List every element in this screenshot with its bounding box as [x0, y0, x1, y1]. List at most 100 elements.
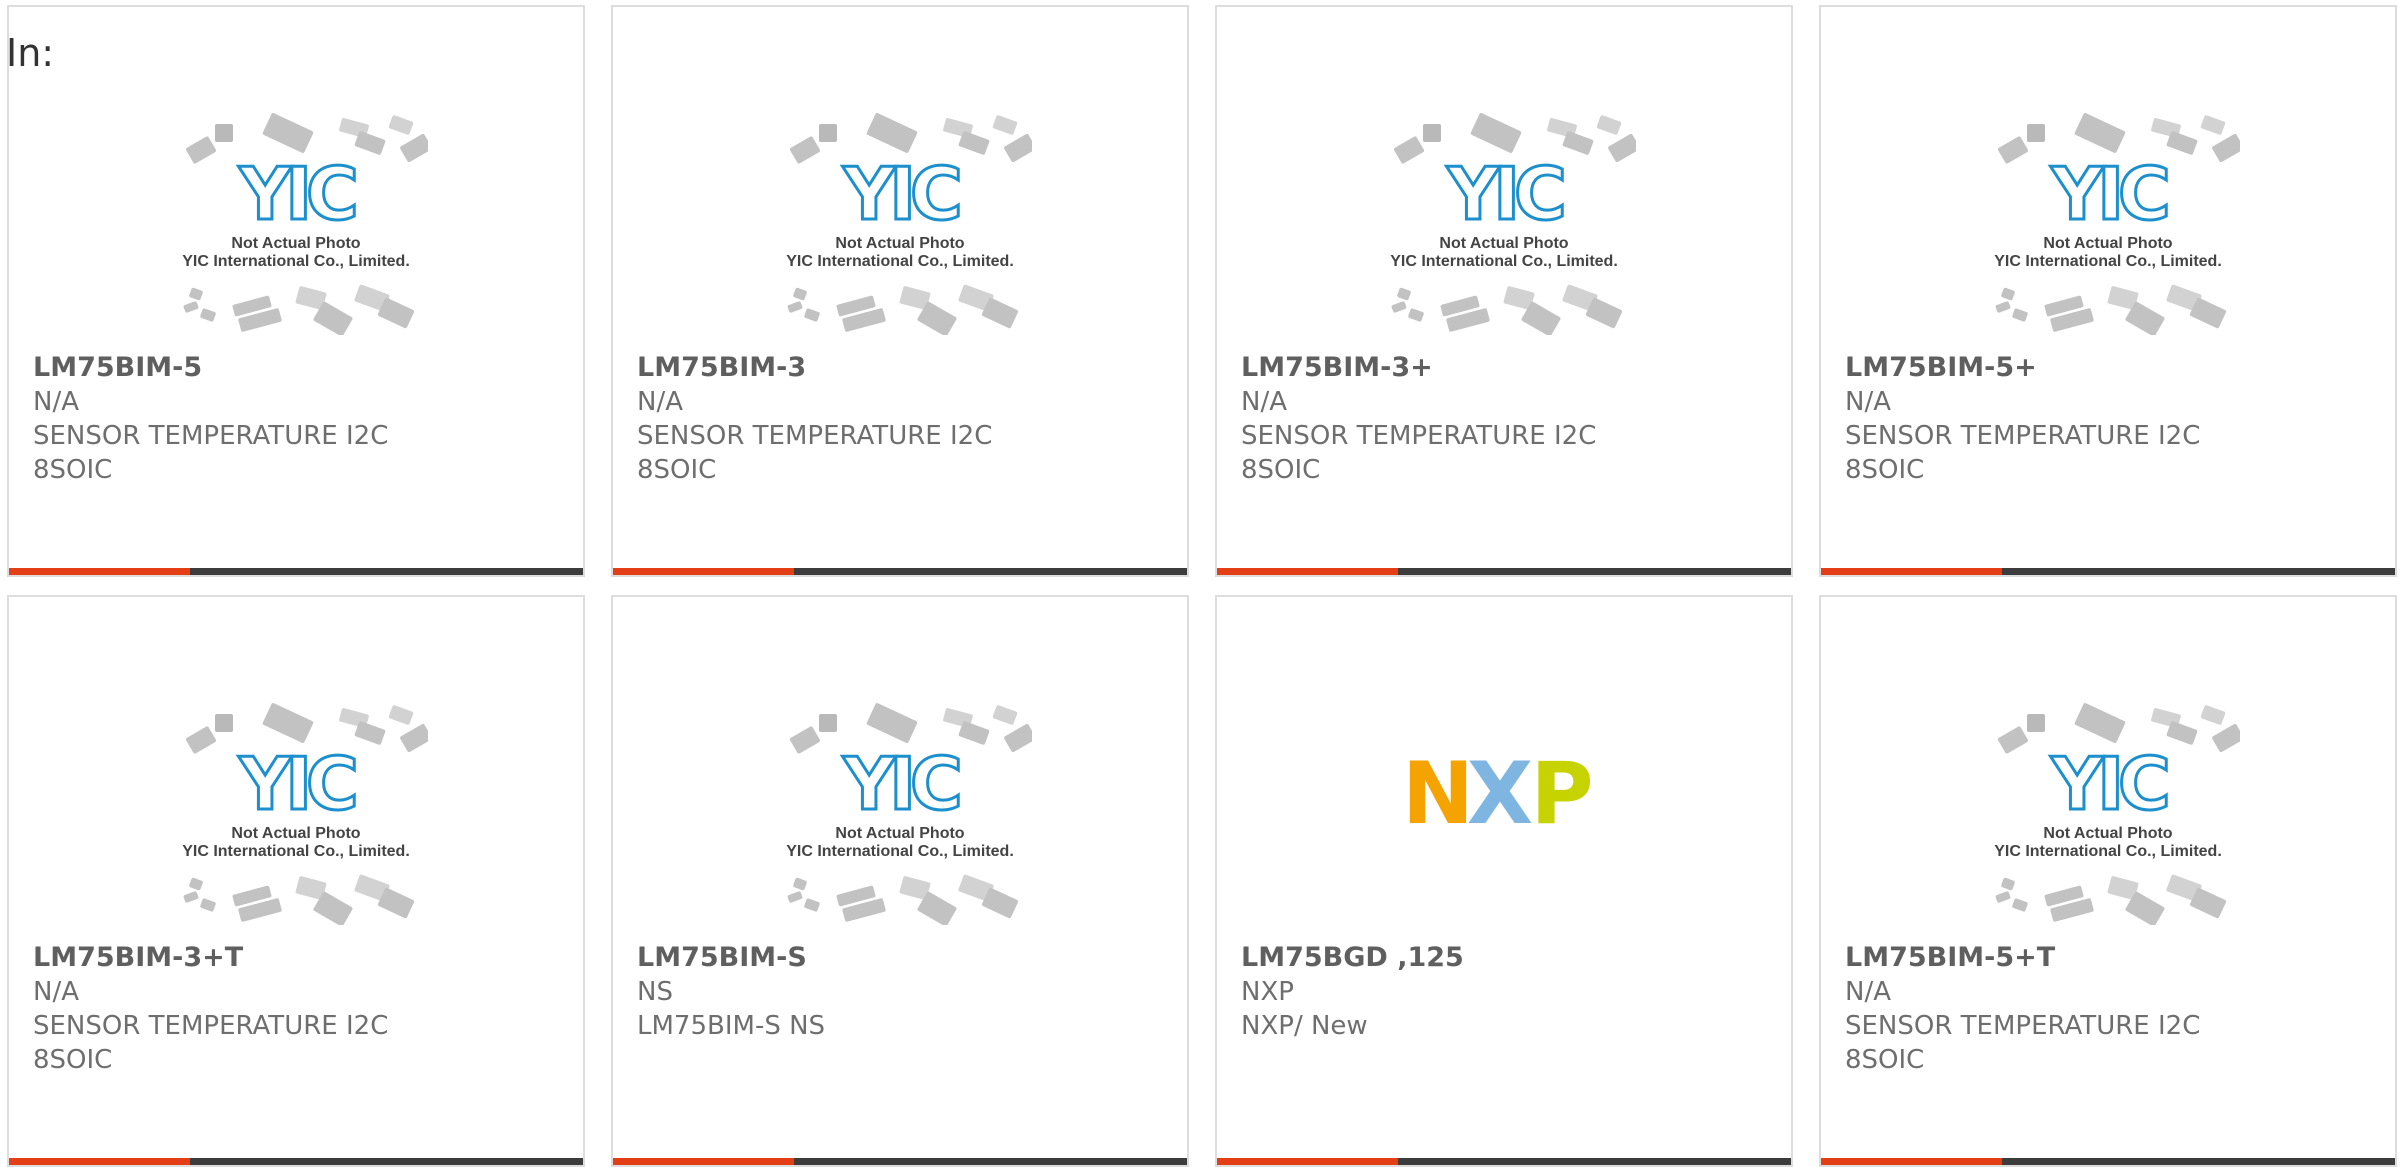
- not-actual-photo-label: Not Actual Photo: [2043, 825, 2172, 842]
- product-name[interactable]: LM75BIM-5: [33, 351, 388, 385]
- yic-logo: YIC: [2050, 742, 2167, 826]
- chip-icon: [2166, 131, 2198, 155]
- product-package: 8SOIC: [1845, 1045, 1925, 1075]
- chip-icon: [400, 133, 428, 163]
- product-card[interactable]: YIC Not Actual Photo YIC International Co.…: [7, 595, 585, 1167]
- company-name-label: YIC International Co., Limited.: [182, 843, 410, 860]
- chip-icon: [388, 115, 414, 135]
- chip-icon: [992, 705, 1018, 725]
- placeholder-image: YICNot Actual PhotoYIC International Co.…: [1390, 113, 1636, 335]
- product-description: SENSOR TEMPERATURE I2C: [33, 421, 389, 451]
- product-package: 8SOIC: [33, 1045, 113, 1075]
- yic-logo: YIC: [842, 742, 959, 826]
- placeholder-image: YICNot Actual PhotoYIC International Co.…: [786, 703, 1032, 925]
- chip-icon: [2012, 898, 2028, 912]
- chip-icon: [1397, 287, 1411, 301]
- product-description: SENSOR TEMPERATURE I2C: [637, 421, 993, 451]
- chip-icon: [2074, 113, 2126, 153]
- chip-icon: [2200, 705, 2226, 725]
- chip-square-icon: [215, 124, 233, 142]
- company-name-label: YIC International Co., Limited.: [786, 843, 1014, 860]
- yic-logo: YIC: [2050, 152, 2167, 236]
- card-accent-bar: [1217, 568, 1398, 575]
- chip-icon: [2212, 133, 2240, 163]
- chip-icon: [189, 877, 203, 891]
- product-card[interactable]: NXP LM75BGD ,125 NXP NXP/ New: [1215, 595, 1793, 1167]
- chip-icon: [185, 726, 217, 754]
- chip-icon: [958, 131, 990, 155]
- product-name[interactable]: LM75BIM-3+T: [33, 941, 388, 975]
- chip-square-icon: [819, 124, 837, 142]
- product-package: 8SOIC: [1845, 455, 1925, 485]
- product-card[interactable]: YIC Not Actual Photo YIC International Co.…: [1215, 5, 1793, 577]
- product-name[interactable]: LM75BGD ,125: [1241, 941, 1464, 975]
- chip-icon: [200, 898, 216, 912]
- product-card[interactable]: YIC Not Actual Photo YIC International Co.…: [611, 595, 1189, 1167]
- chip-icon: [183, 891, 199, 903]
- product-manufacturer: N/A: [1241, 387, 1287, 417]
- product-card[interactable]: YIC Not Actual Photo YIC International Co.…: [7, 5, 585, 577]
- chip-icon: [1393, 136, 1425, 164]
- card-accent-bar: [1821, 568, 2002, 575]
- chip-icon: [958, 721, 990, 745]
- product-manufacturer: N/A: [33, 977, 79, 1007]
- chip-icon: [400, 723, 428, 753]
- placeholder-image: YICNot Actual PhotoYIC International Co.…: [786, 113, 1032, 335]
- chip-icon: [2001, 287, 2015, 301]
- product-name[interactable]: LM75BIM-5+T: [1845, 941, 2200, 975]
- product-manufacturer: N/A: [637, 387, 683, 417]
- not-actual-photo-label: Not Actual Photo: [835, 825, 964, 842]
- company-name-label: YIC International Co., Limited.: [1390, 253, 1618, 270]
- chip-icon: [354, 721, 386, 745]
- chip-icon: [866, 703, 918, 743]
- chip-icon: [804, 898, 820, 912]
- chip-icon: [1391, 301, 1407, 313]
- chip-square-icon: [2027, 714, 2045, 732]
- chip-icon: [2212, 723, 2240, 753]
- chip-icon: [2074, 703, 2126, 743]
- chip-icon: [185, 136, 217, 164]
- product-card[interactable]: YIC Not Actual Photo YIC International Co.…: [1819, 595, 2397, 1167]
- product-manufacturer: N/A: [33, 387, 79, 417]
- nxp-logo-letter: X: [1467, 744, 1533, 844]
- product-card[interactable]: YIC Not Actual Photo YIC International Co.…: [611, 5, 1189, 577]
- company-name-label: YIC International Co., Limited.: [1994, 843, 2222, 860]
- product-name[interactable]: LM75BIM-3+: [1241, 351, 1596, 385]
- product-package: 8SOIC: [637, 455, 717, 485]
- product-name[interactable]: LM75BIM-S: [637, 941, 825, 975]
- chip-square-icon: [215, 714, 233, 732]
- company-name-label: YIC International Co., Limited.: [786, 253, 1014, 270]
- product-name[interactable]: LM75BIM-3: [637, 351, 992, 385]
- product-name[interactable]: LM75BIM-5+: [1845, 351, 2200, 385]
- in-label: In:: [6, 31, 55, 75]
- chip-icon: [1608, 133, 1636, 163]
- chip-icon: [1470, 113, 1522, 153]
- placeholder-image: YICNot Actual PhotoYIC International Co.…: [1994, 703, 2240, 925]
- chip-icon: [183, 301, 199, 313]
- placeholder-image: YICNot Actual PhotoYIC International Co.…: [182, 113, 428, 335]
- chip-icon: [2001, 877, 2015, 891]
- card-accent-bar: [1821, 1158, 2002, 1165]
- product-description: NXP/ New: [1241, 1011, 1368, 1041]
- chip-icon: [189, 287, 203, 301]
- chip-icon: [2012, 308, 2028, 322]
- product-image: YIC Not Actual Photo YIC International Co.…: [1217, 95, 1791, 345]
- chip-icon: [2166, 721, 2198, 745]
- chip-icon: [1997, 136, 2029, 164]
- chip-icon: [1408, 308, 1424, 322]
- chip-icon: [992, 115, 1018, 135]
- product-manufacturer: N/A: [1845, 387, 1891, 417]
- product-description: SENSOR TEMPERATURE I2C: [1845, 421, 2201, 451]
- chip-icon: [1596, 115, 1622, 135]
- product-description: SENSOR TEMPERATURE I2C: [1241, 421, 1597, 451]
- yic-logo: YIC: [238, 742, 355, 826]
- chip-icon: [354, 131, 386, 155]
- not-actual-photo-label: Not Actual Photo: [1439, 235, 1568, 252]
- chip-icon: [262, 703, 314, 743]
- chip-square-icon: [2027, 124, 2045, 142]
- chip-icon: [1997, 726, 2029, 754]
- yic-logo: YIC: [1446, 152, 1563, 236]
- not-actual-photo-label: Not Actual Photo: [2043, 235, 2172, 252]
- chip-icon: [388, 705, 414, 725]
- product-card[interactable]: YIC Not Actual Photo YIC International Co.…: [1819, 5, 2397, 577]
